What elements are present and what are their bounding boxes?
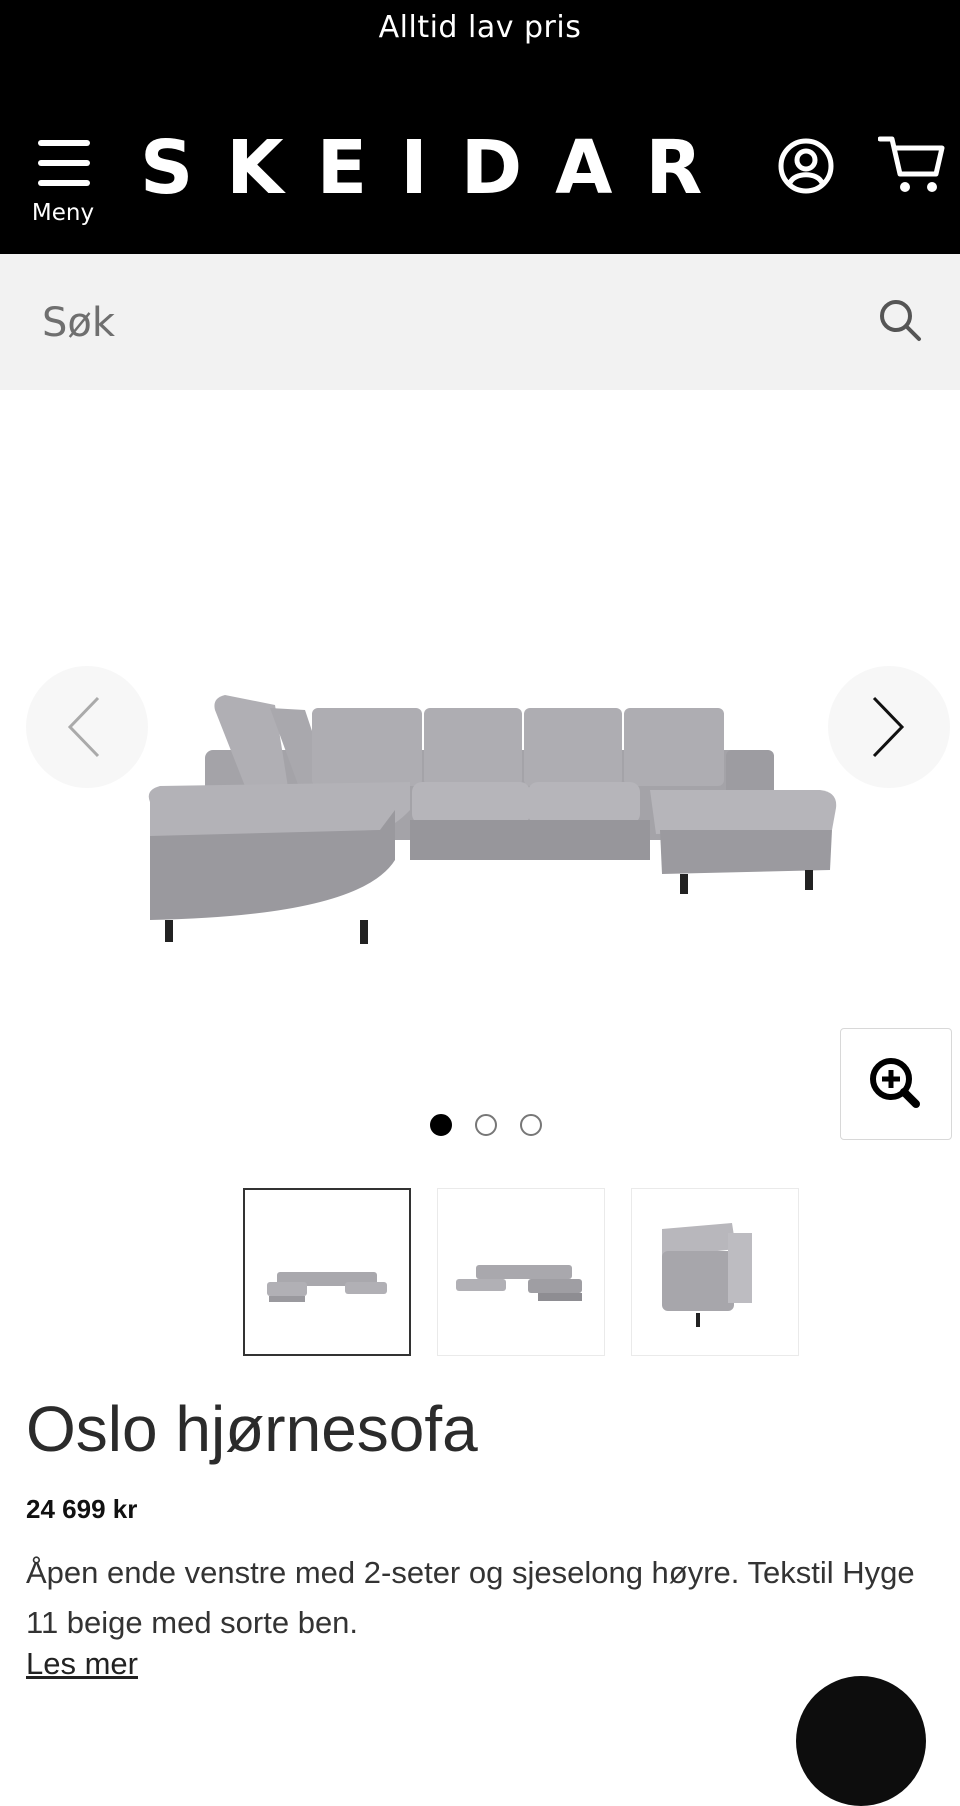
chevron-left-icon — [67, 696, 100, 758]
previous-image-button[interactable] — [26, 666, 148, 788]
product-description: Åpen ende venstre med 2-seter og sjeselo… — [26, 1555, 915, 1640]
search-icon — [880, 300, 921, 341]
carousel-dot[interactable] — [520, 1114, 542, 1136]
zoom-button[interactable] — [840, 1028, 952, 1140]
thumbnail-1[interactable] — [243, 1188, 411, 1356]
cart-button[interactable] — [877, 134, 946, 196]
zoom-in-icon — [870, 1058, 920, 1108]
thumbnail-image — [267, 1272, 387, 1302]
account-button[interactable] — [776, 136, 836, 196]
product-price: 24 699 kr — [26, 1494, 138, 1524]
site-header: Alltid lav pris Meny SKEIDAR — [0, 0, 960, 254]
carousel-dot[interactable] — [475, 1114, 497, 1136]
chat-button[interactable] — [796, 1676, 926, 1806]
next-image-button[interactable] — [828, 666, 950, 788]
search-bar — [0, 254, 960, 390]
shopping-cart-icon — [877, 136, 945, 192]
thumbnail-2[interactable] — [437, 1188, 605, 1356]
promo-banner: Alltid lav pris — [378, 10, 582, 45]
thumbnail-3[interactable] — [631, 1188, 799, 1356]
user-circle-icon — [778, 138, 834, 194]
carousel-dot[interactable] — [430, 1114, 452, 1136]
menu-button[interactable]: Meny — [26, 138, 100, 234]
read-more-link[interactable]: Les mer — [26, 1646, 138, 1682]
hamburger-icon — [38, 140, 90, 186]
thumbnail-image — [456, 1265, 582, 1301]
product-title: Oslo hjørnesofa — [26, 1393, 478, 1465]
search-button[interactable] — [876, 296, 924, 344]
chevron-right-icon — [872, 696, 905, 758]
search-input[interactable] — [40, 292, 864, 354]
thumbnail-image — [662, 1223, 752, 1327]
site-logo[interactable]: SKEIDAR — [140, 122, 735, 214]
menu-label: Meny — [31, 200, 95, 226]
